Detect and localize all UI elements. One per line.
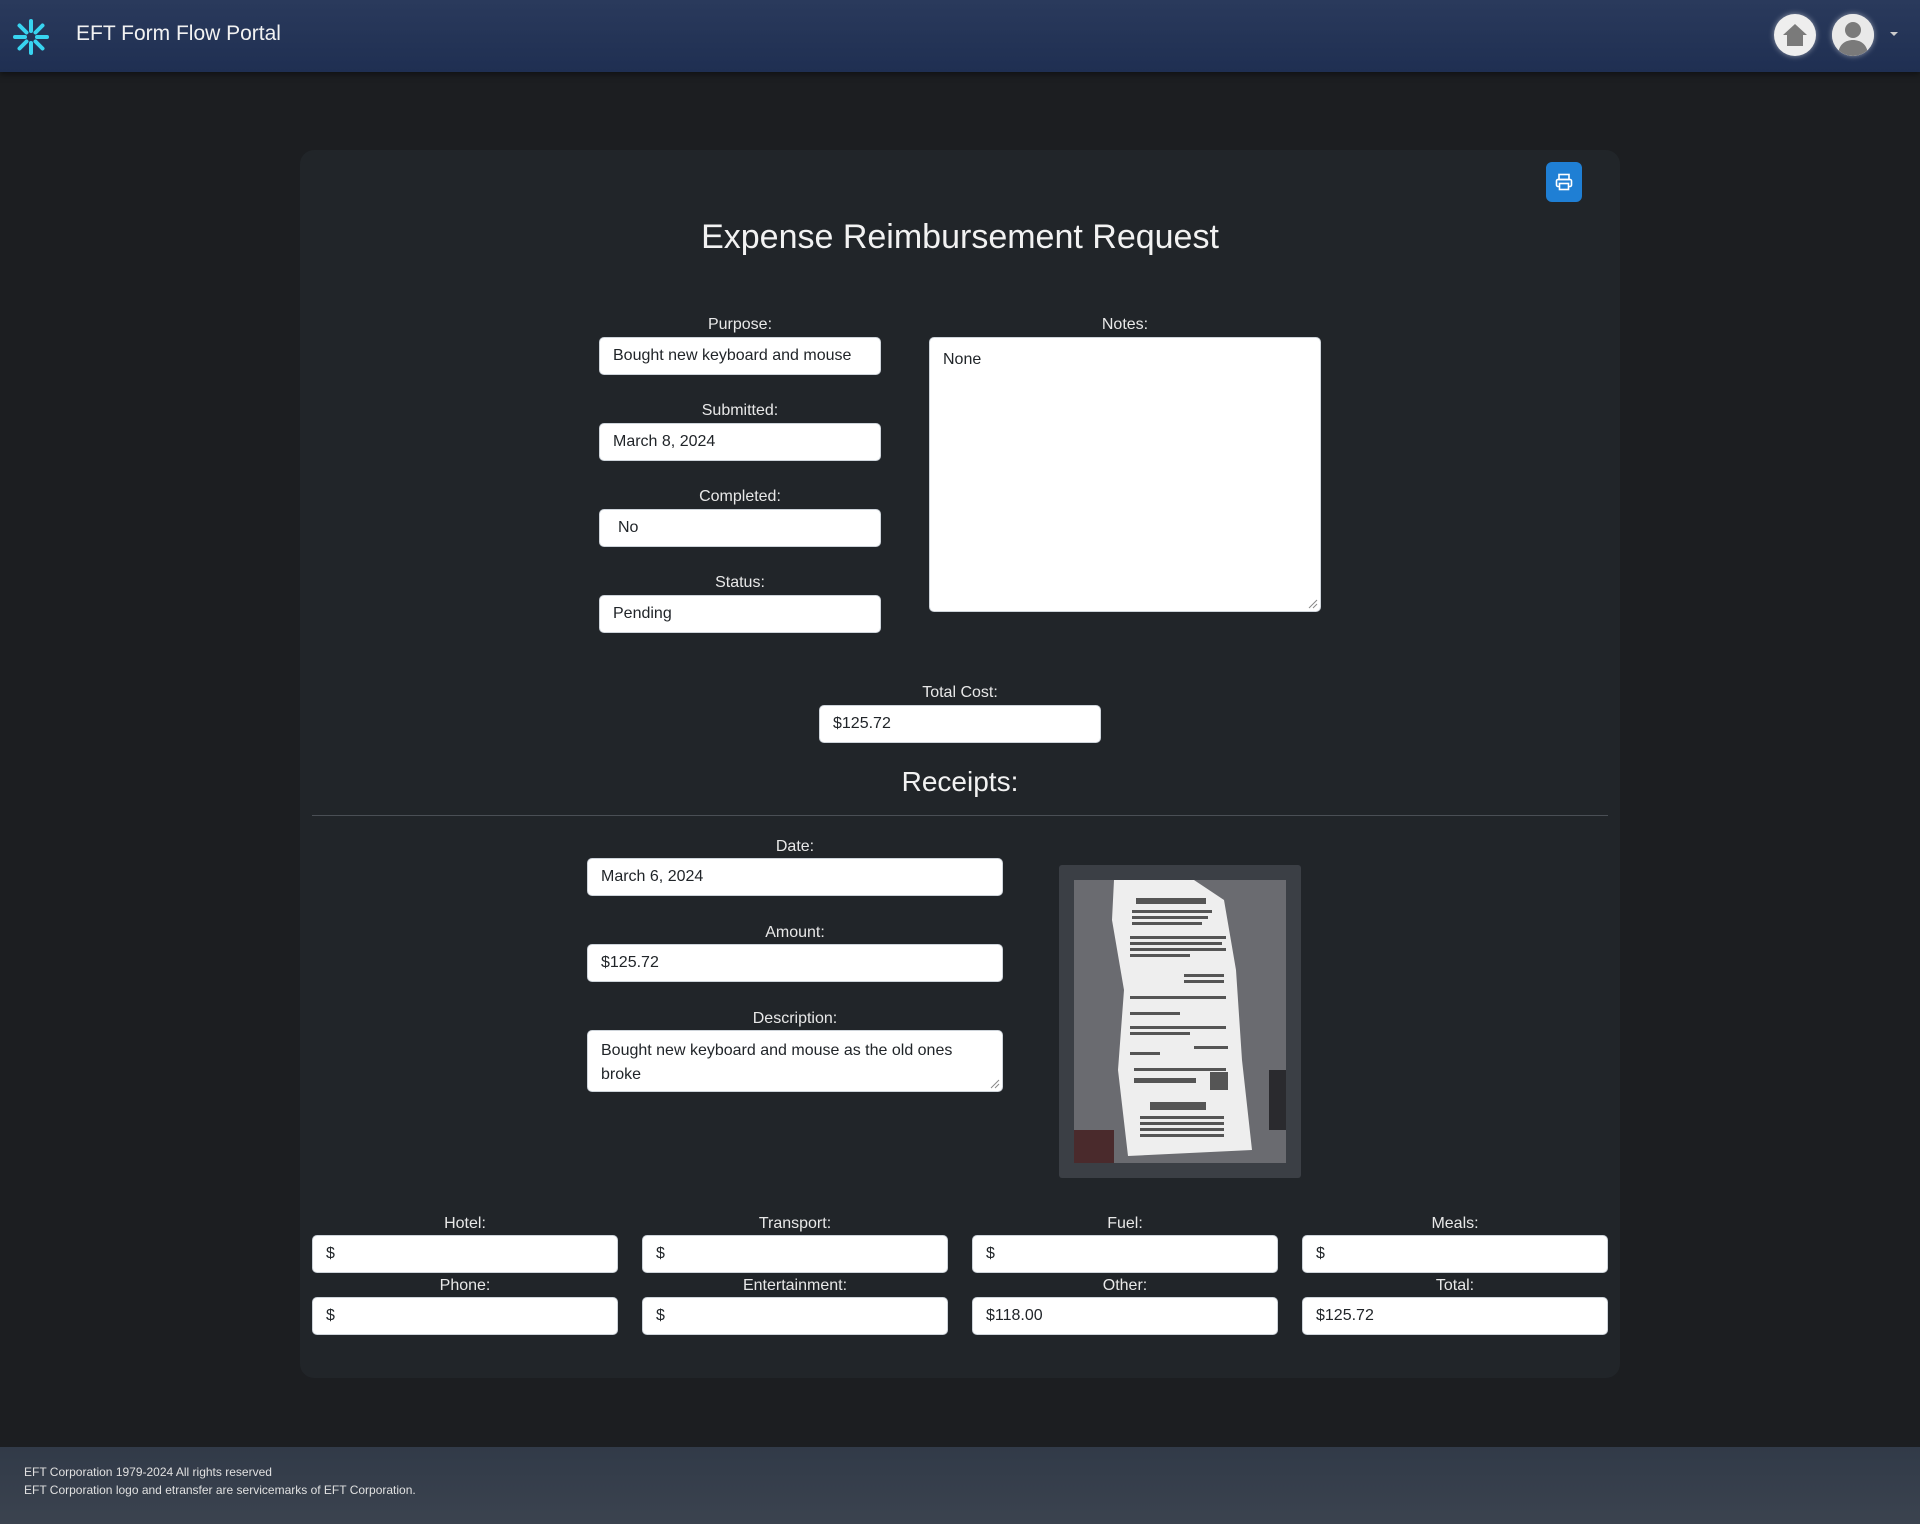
submitted-label: Submitted: xyxy=(701,402,779,419)
purpose-label: Purpose: xyxy=(707,316,773,333)
chevron-down-icon[interactable] xyxy=(1890,32,1898,36)
completed-label: Completed: xyxy=(699,488,781,505)
entertainment-field[interactable]: $ xyxy=(642,1297,948,1335)
receipt-amount-label: Amount: xyxy=(765,924,825,941)
receipt-photo[interactable] xyxy=(1074,880,1286,1163)
top-navbar: EFT Form Flow Portal xyxy=(0,0,1920,72)
completed-field[interactable]: No xyxy=(599,509,881,547)
notes-text: None xyxy=(943,351,982,368)
receipt-image xyxy=(1074,880,1286,1163)
status-field[interactable]: Pending xyxy=(599,595,881,633)
total-cost-label: Total Cost: xyxy=(922,684,998,701)
print-button[interactable] xyxy=(1546,162,1582,202)
form-title: Expense Reimbursement Request xyxy=(701,218,1219,256)
total-field[interactable]: $125.72 xyxy=(1302,1297,1608,1335)
section-divider xyxy=(312,815,1608,816)
status-label: Status: xyxy=(715,574,765,591)
other-field[interactable]: $118.00 xyxy=(972,1297,1278,1335)
home-button[interactable] xyxy=(1774,14,1816,56)
meals-label: Meals: xyxy=(1431,1215,1479,1232)
notes-label: Notes: xyxy=(1101,316,1149,333)
total-label: Total: xyxy=(1435,1277,1475,1294)
footer: EFT Corporation 1979-2024 All rights res… xyxy=(0,1447,1920,1524)
fuel-field[interactable]: $ xyxy=(972,1235,1278,1273)
receipt-date-field[interactable]: March 6, 2024 xyxy=(587,858,1003,896)
home-icon xyxy=(1783,24,1807,46)
purpose-field[interactable]: Bought new keyboard and mouse xyxy=(599,337,881,375)
hotel-label: Hotel: xyxy=(444,1215,486,1232)
hotel-field[interactable]: $ xyxy=(312,1235,618,1273)
total-cost-field[interactable]: $125.72 xyxy=(819,705,1101,743)
meals-field[interactable]: $ xyxy=(1302,1235,1608,1273)
user-avatar-icon xyxy=(1832,14,1874,56)
printer-icon xyxy=(1555,173,1573,191)
entertainment-label: Entertainment: xyxy=(742,1277,848,1294)
profile-button[interactable] xyxy=(1832,14,1874,56)
app-title[interactable]: EFT Form Flow Portal xyxy=(76,22,281,46)
resize-handle-icon[interactable] xyxy=(1306,597,1318,609)
other-label: Other: xyxy=(1102,1277,1148,1294)
footer-servicemarks: EFT Corporation logo and etransfer are s… xyxy=(24,1483,416,1497)
fuel-label: Fuel: xyxy=(1107,1215,1143,1232)
receipts-heading: Receipts: xyxy=(901,766,1019,797)
form-card xyxy=(300,150,1620,1378)
transport-label: Transport: xyxy=(758,1215,832,1232)
transport-field[interactable]: $ xyxy=(642,1235,948,1273)
resize-handle-icon[interactable] xyxy=(988,1077,1000,1089)
spinner-logo-icon[interactable] xyxy=(12,18,50,56)
receipt-description-textarea[interactable]: Bought new keyboard and mouse as the old… xyxy=(587,1030,1003,1092)
phone-field[interactable]: $ xyxy=(312,1297,618,1335)
receipt-description-text: Bought new keyboard and mouse as the old… xyxy=(601,1042,953,1083)
receipt-description-label: Description: xyxy=(752,1010,838,1027)
receipt-date-label: Date: xyxy=(775,838,815,855)
footer-copyright: EFT Corporation 1979-2024 All rights res… xyxy=(24,1465,272,1479)
phone-label: Phone: xyxy=(439,1277,491,1294)
receipt-amount-field[interactable]: $125.72 xyxy=(587,944,1003,982)
submitted-field[interactable]: March 8, 2024 xyxy=(599,423,881,461)
notes-textarea[interactable]: None xyxy=(929,337,1321,612)
